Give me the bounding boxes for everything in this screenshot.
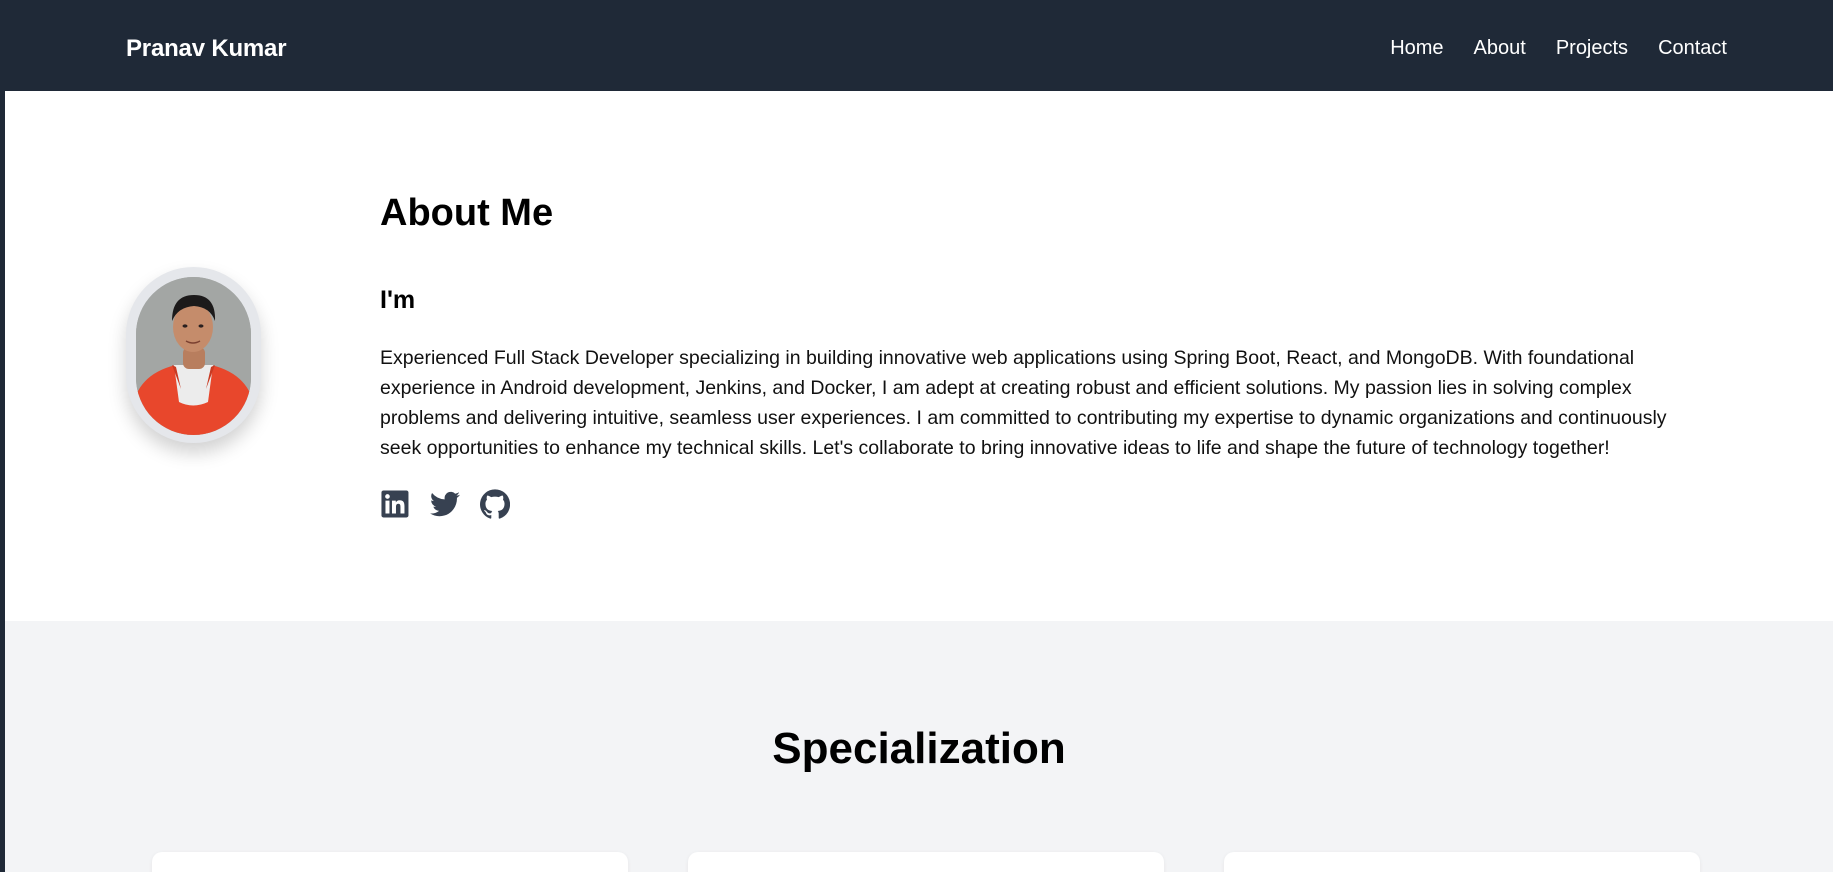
nav-link-contact[interactable]: Contact [1658, 37, 1727, 60]
avatar-frame [126, 267, 261, 443]
about-section: About Me I'm Experienced Full Stack Deve… [5, 91, 1833, 621]
specialization-section: Specialization [5, 621, 1833, 872]
nav-link-home[interactable]: Home [1390, 37, 1443, 60]
browser-viewport: Pranav Kumar Home About Projects Contact [5, 1, 1833, 872]
about-description: Experienced Full Stack Developer special… [380, 347, 1667, 459]
brand-name[interactable]: Pranav Kumar [126, 35, 287, 63]
linkedin-icon[interactable] [380, 489, 410, 519]
nav-link-projects[interactable]: Projects [1556, 37, 1628, 60]
specialization-title: Specialization [772, 724, 1066, 773]
about-subtitle: I'm [380, 286, 416, 314]
profile-photo [136, 277, 251, 435]
specialization-card [152, 852, 628, 872]
nav-links: Home About Projects Contact [1360, 37, 1727, 60]
nav-link-about[interactable]: About [1474, 37, 1526, 60]
specialization-card [688, 852, 1164, 872]
specialization-card [1224, 852, 1700, 872]
social-links [380, 489, 511, 519]
twitter-icon[interactable] [430, 489, 460, 519]
github-icon[interactable] [480, 489, 511, 519]
navbar: Pranav Kumar Home About Projects Contact [5, 1, 1833, 91]
about-title: About Me [380, 192, 554, 234]
